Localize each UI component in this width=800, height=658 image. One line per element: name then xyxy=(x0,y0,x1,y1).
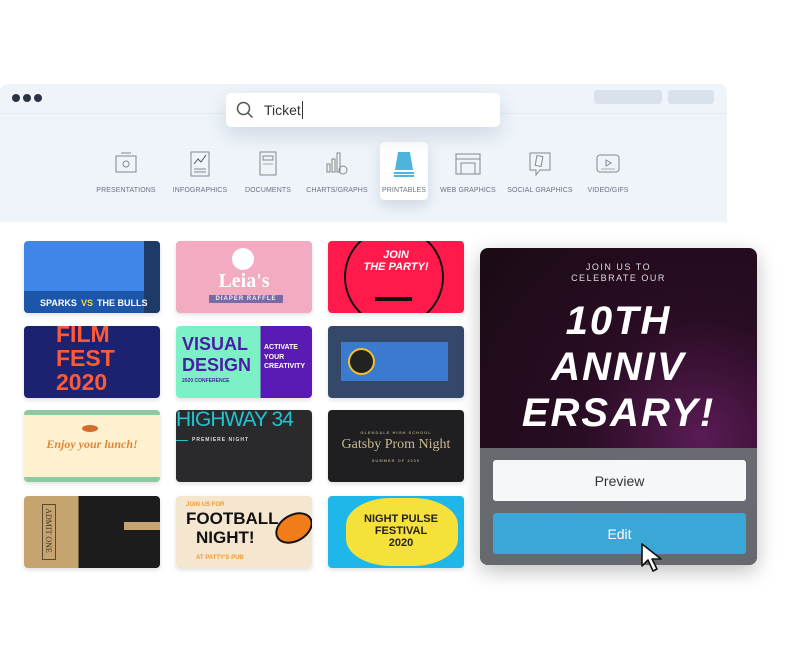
template-text: SUMMER OF 2020 xyxy=(371,458,421,463)
video-icon xyxy=(596,154,620,173)
presentation-icon xyxy=(115,152,137,173)
web-graphic-icon xyxy=(455,153,481,175)
template-join-the-party[interactable]: JOIN THE PARTY! xyxy=(328,241,464,313)
template-text: 2020 CONFERENCE xyxy=(182,378,230,384)
template-football-night[interactable]: JOIN US FOR FOOTBALL NIGHT! AT PATTY'S P… xyxy=(176,496,312,568)
template-text: ADMIT ONE xyxy=(43,508,53,553)
document-icon xyxy=(259,151,277,176)
template-basketball-blue[interactable] xyxy=(328,326,464,398)
template-text: NIGHT PULSE xyxy=(364,513,438,525)
template-text: Enjoy your lunch! xyxy=(46,437,138,451)
featured-subtitle: CELEBRATE OUR xyxy=(571,273,666,283)
template-highway-34[interactable]: HIGHWAY 34 PREMIERE NIGHT xyxy=(176,410,312,482)
template-text: VISUAL xyxy=(182,334,249,354)
infographic-icon xyxy=(190,151,210,177)
template-text: GLENDALE HIGH SCHOOL xyxy=(360,430,432,435)
featured-heading: ERSARY! xyxy=(521,391,716,435)
template-text: 2020 xyxy=(388,537,414,549)
template-text: THE PARTY! xyxy=(363,261,429,273)
template-text: NIGHT! xyxy=(196,528,255,547)
template-gatsby-prom-night[interactable]: GLENDALE HIGH SCHOOL Gatsby Prom Night S… xyxy=(328,410,464,482)
preview-button[interactable]: Preview xyxy=(493,460,746,501)
template-text: YOUR CREATIVITY xyxy=(264,354,306,370)
template-text: FEST xyxy=(56,345,115,371)
template-text: FESTIVAL xyxy=(374,525,428,537)
template-text: JOIN US FOR xyxy=(186,502,225,508)
template-text: THE BULLS xyxy=(97,298,148,308)
template-text: VS xyxy=(81,298,94,308)
featured-heading: 10TH xyxy=(565,299,672,343)
template-film-fest[interactable]: FILM FEST 2020 xyxy=(24,326,160,398)
social-graphic-icon xyxy=(529,152,551,177)
template-text: PREMIERE NIGHT xyxy=(192,437,250,443)
printable-icon xyxy=(394,152,414,177)
window-dot-icon xyxy=(34,94,42,102)
featured-subtitle: JOIN US TO xyxy=(585,262,652,272)
search-input[interactable]: Ticket xyxy=(226,93,500,127)
template-text: AT PATTY'S PUB xyxy=(196,555,244,561)
category-label: VIDEO/GIFS xyxy=(587,187,629,194)
template-text: FILM xyxy=(56,326,110,347)
template-text: Leia's xyxy=(218,270,270,292)
chart-icon xyxy=(326,152,348,175)
window-dot-icon xyxy=(23,94,31,102)
toolbar-placeholder xyxy=(594,90,662,104)
search-icon xyxy=(236,101,254,119)
action-overlay: Preview Edit xyxy=(480,448,757,565)
toolbar-placeholder xyxy=(668,90,714,104)
category-video-gifs[interactable]: VIDEO/GIFS xyxy=(575,142,641,200)
template-text: SPARKS xyxy=(40,298,77,308)
template-text: DIAPER RAFFLE xyxy=(209,295,283,303)
template-text: DESIGN xyxy=(182,355,252,375)
featured-template-card[interactable]: JOIN US TO CELEBRATE OUR 10TH ANNIV ERSARY!… xyxy=(480,248,757,565)
search-value[interactable]: Ticket xyxy=(264,101,303,119)
window-dot-icon xyxy=(12,94,20,102)
mouse-cursor-icon xyxy=(641,543,662,572)
template-text: HIGHWAY 34 xyxy=(176,410,294,431)
template-sparks-vs-bulls[interactable]: SPARKS VS THE BULLS xyxy=(24,241,160,313)
template-leias-diaper-raffle[interactable]: Leia's DIAPER RAFFLE xyxy=(176,241,312,313)
template-text: 2020 xyxy=(56,369,108,395)
template-admit-one[interactable]: ADMIT ONE xyxy=(24,496,160,568)
template-text: FOOTBALL xyxy=(186,509,279,528)
template-text: JOIN xyxy=(383,249,409,261)
template-enjoy-your-lunch[interactable]: Enjoy your lunch! xyxy=(24,410,160,482)
template-night-pulse-festival[interactable]: NIGHT PULSE FESTIVAL 2020 xyxy=(328,496,464,568)
featured-heading: ANNIV xyxy=(551,345,686,389)
template-visual-design[interactable]: VISUAL DESIGN 2020 CONFERENCE ACTIVATE Y… xyxy=(176,326,312,398)
edit-button[interactable]: Edit xyxy=(493,513,746,554)
template-text: Gatsby Prom Night xyxy=(341,437,451,452)
template-text: ACTIVATE xyxy=(264,344,298,351)
